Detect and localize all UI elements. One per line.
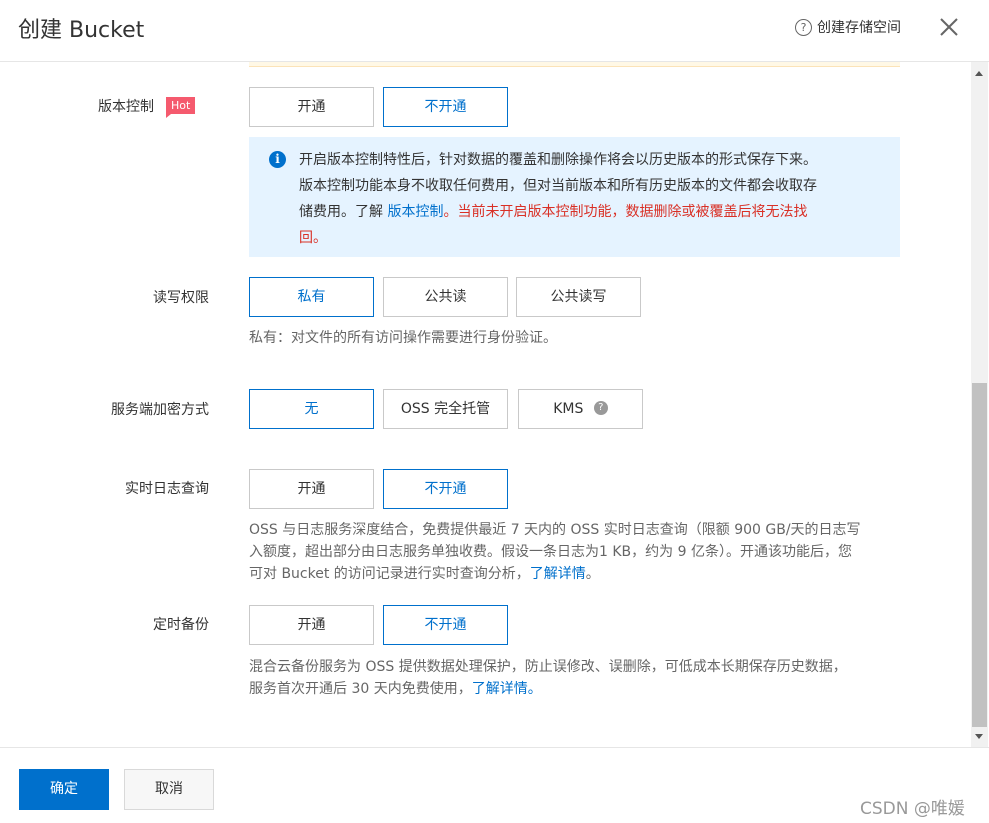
form-scroll-area: 版本控制 Hot 开通 不开通 i 开启版本控制特性后，针对数据的覆盖和删除操作… [0,62,989,747]
notice-strip [249,62,900,67]
close-icon[interactable] [934,12,964,42]
acl-private-button[interactable]: 私有 [249,277,374,317]
desc-line: 服务首次开通后 30 天内免费使用，了解详情。 [249,678,919,700]
realtime-log-details-link[interactable]: 了解详情 [530,566,586,582]
acl-label: 读写权限 [153,290,209,306]
desc-line: 可对 Bucket 的访问记录进行实时查询分析，了解详情。 [249,563,919,585]
encryption-kms-button[interactable]: KMS ? [518,389,643,429]
hot-badge: Hot [166,97,196,118]
realtime-log-description: OSS 与日志服务深度结合，免费提供最近 7 天内的 OSS 实时日志查询（限额… [249,519,919,585]
watermark: CSDN @唯媛 [860,799,965,819]
info-icon: i [269,151,286,168]
versioning-doc-link[interactable]: 版本控制 [387,204,443,220]
backup-enable-button[interactable]: 开通 [249,605,374,645]
info-line: 开启版本控制特性后，针对数据的覆盖和删除操作将会以历史版本的形式保存下来。 [299,152,817,168]
dialog-header: 创建 Bucket ? 创建存储空间 [0,0,989,62]
encryption-oss-managed-button[interactable]: OSS 完全托管 [383,389,508,429]
acl-description: 私有：对文件的所有访问操作需要进行身份验证。 [249,330,557,346]
help-link[interactable]: ? 创建存储空间 [795,17,901,37]
encryption-label: 服务端加密方式 [111,402,209,418]
versioning-info-text: 开启版本控制特性后，针对数据的覆盖和删除操作将会以历史版本的形式保存下来。 版本… [299,147,859,251]
vertical-scrollbar[interactable] [971,62,988,747]
desc-text: 。 [585,566,600,582]
info-text-prefix: 储费用。了解 [299,204,388,220]
kms-label: KMS [553,401,584,417]
versioning-enable-button[interactable]: 开通 [249,87,374,127]
help-link-label: 创建存储空间 [817,20,901,36]
question-icon: ? [795,18,812,36]
dialog-title: 创建 Bucket [18,18,145,43]
desc-text: 可对 Bucket 的访问记录进行实时查询分析， [249,566,530,582]
backup-description: 混合云备份服务为 OSS 提供数据处理保护，防止误修改、误删除，可低成本长期保存… [249,656,919,700]
scroll-down-arrow-icon[interactable] [975,734,983,739]
acl-public-read-button[interactable]: 公共读 [383,277,508,317]
dialog-footer: 确定 取消 CSDN @唯媛 [0,747,989,823]
realtime-log-enable-button[interactable]: 开通 [249,469,374,509]
versioning-warning: 。当前未开启版本控制功能，数据删除或被覆盖后将无法找 [443,204,808,220]
realtime-log-label: 实时日志查询 [125,481,209,497]
question-icon[interactable]: ? [593,400,608,415]
info-line: 版本控制功能本身不收取任何费用，但对当前版本和所有历史版本的文件都会收取存 [299,178,817,194]
scrollbar-thumb[interactable] [972,383,987,727]
realtime-log-disable-button[interactable]: 不开通 [383,469,508,509]
backup-disable-button[interactable]: 不开通 [383,605,508,645]
confirm-button[interactable]: 确定 [19,769,109,810]
encryption-none-button[interactable]: 无 [249,389,374,429]
desc-line: 混合云备份服务为 OSS 提供数据处理保护，防止误修改、误删除，可低成本长期保存… [249,659,847,675]
backup-label: 定时备份 [153,617,209,633]
versioning-disable-button[interactable]: 不开通 [383,87,508,127]
versioning-warning-cont: 回。 [299,230,327,246]
cancel-button[interactable]: 取消 [124,769,214,810]
desc-line: 入额度，超出部分由日志服务单独收费。假设一条日志为1 KB，约为 9 亿条）。开… [249,544,852,560]
backup-details-link[interactable]: 了解详情。 [472,681,542,697]
desc-line: OSS 与日志服务深度结合，免费提供最近 7 天内的 OSS 实时日志查询（限额… [249,522,861,538]
scroll-up-arrow-icon[interactable] [975,71,983,76]
acl-public-read-write-button[interactable]: 公共读写 [516,277,641,317]
info-line: 储费用。了解 版本控制。当前未开启版本控制功能，数据删除或被覆盖后将无法找 [299,199,859,225]
versioning-label: 版本控制 [98,99,154,115]
versioning-info-box: i 开启版本控制特性后，针对数据的覆盖和删除操作将会以历史版本的形式保存下来。 … [249,137,900,257]
desc-text: 服务首次开通后 30 天内免费使用， [249,681,472,697]
